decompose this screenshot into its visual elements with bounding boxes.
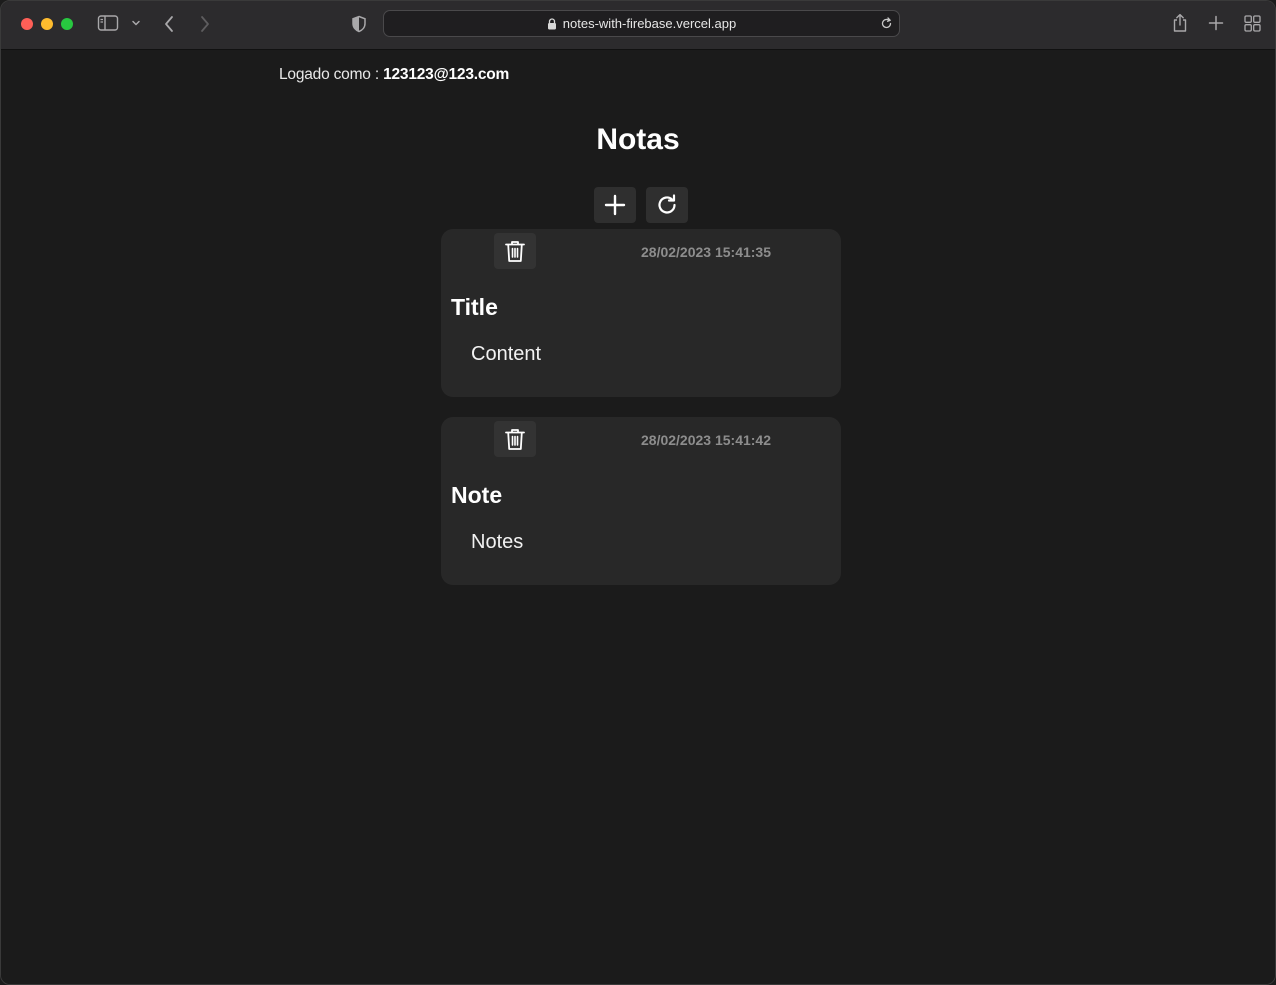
page-content: Logado como : 123123@123.com Notas 28/02… [1, 51, 1275, 984]
minimize-window-button[interactable] [41, 18, 53, 30]
browser-window: notes-with-firebase.vercel.app Logado co… [0, 0, 1276, 985]
page-title: Notas [596, 123, 680, 156]
back-icon[interactable] [163, 15, 175, 33]
privacy-shield-icon[interactable] [351, 15, 367, 33]
url-text: notes-with-firebase.vercel.app [562, 16, 737, 31]
delete-note-button[interactable] [494, 421, 536, 457]
refresh-notes-button[interactable] [646, 187, 688, 223]
note-title: Title [451, 294, 498, 320]
note-date: 28/02/2023 15:41:35 [641, 244, 771, 260]
new-tab-icon[interactable] [1208, 15, 1224, 31]
refresh-icon [658, 194, 676, 214]
plus-icon [604, 194, 626, 216]
add-note-button[interactable] [594, 187, 636, 223]
note-title: Note [451, 482, 503, 508]
chevron-down-icon[interactable] [131, 19, 141, 27]
note-content: Notes [471, 531, 524, 553]
reload-icon[interactable] [880, 17, 893, 30]
note-date: 28/02/2023 15:41:42 [641, 432, 771, 448]
note-content: Content [471, 343, 542, 365]
address-bar[interactable]: notes-with-firebase.vercel.app [383, 10, 900, 37]
login-status: Logado como : 123123@123.com [279, 66, 509, 84]
browser-toolbar: notes-with-firebase.vercel.app [1, 1, 1275, 50]
login-label: Logado como : [279, 66, 384, 83]
lock-icon [547, 17, 557, 30]
tab-overview-icon[interactable] [1244, 15, 1261, 32]
delete-note-button[interactable] [494, 233, 536, 269]
sidebar-toggle-icon[interactable] [97, 14, 119, 32]
trash-icon [505, 240, 525, 262]
share-icon[interactable] [1171, 13, 1189, 33]
close-window-button[interactable] [21, 18, 33, 30]
trash-icon [505, 428, 525, 450]
user-email: 123123@123.com [383, 66, 510, 83]
zoom-window-button[interactable] [61, 18, 73, 30]
forward-icon[interactable] [199, 15, 211, 33]
note-card[interactable]: 28/02/2023 15:41:35 Title Content [441, 229, 841, 397]
note-card[interactable]: 28/02/2023 15:41:42 Note Notes [441, 417, 841, 585]
